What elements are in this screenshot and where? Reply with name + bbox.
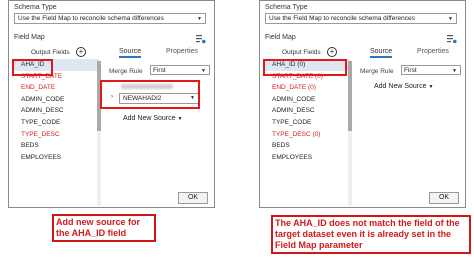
add-new-source-button[interactable]: Add New Source ▼ (123, 115, 182, 122)
caption-right: The AHA_ID does not match the field of t… (271, 215, 471, 254)
tab-source[interactable]: Source (119, 48, 142, 58)
merge-rule-dropdown[interactable]: First ▼ (401, 65, 461, 75)
output-field-item[interactable]: END_DATE (14, 82, 99, 94)
chevron-down-icon: ▼ (201, 68, 206, 74)
schema-type-label: Schema Type (265, 4, 308, 11)
add-field-button[interactable]: + (76, 47, 86, 57)
field-map-panel-right: Schema Type Use the Field Map to reconci… (259, 0, 466, 208)
chevron-down-icon: ▼ (177, 116, 183, 122)
output-field-item[interactable]: TYPE_DESC (0) (265, 129, 350, 141)
schema-type-dropdown[interactable]: Use the Field Map to reconcile schema di… (14, 13, 206, 24)
ok-button[interactable]: OK (429, 192, 459, 204)
output-field-item[interactable]: ADMIN_CODE (14, 94, 99, 106)
output-field-item[interactable]: TYPE_CODE (265, 117, 350, 129)
caption-left: Add new source for the AHA_ID field (52, 214, 156, 242)
add-new-source-label: Add New Source (123, 115, 176, 122)
schema-type-label: Schema Type (14, 4, 57, 11)
output-field-item[interactable]: TYPE_DESC (14, 129, 99, 141)
merge-rule-label: Merge Rule (360, 68, 394, 75)
chevron-down-icon: ▼ (448, 16, 453, 22)
output-field-item[interactable]: EMPLOYEES (265, 152, 350, 164)
output-field-item[interactable]: ADMIN_DESC (265, 105, 350, 117)
tab-properties[interactable]: Properties (417, 48, 449, 55)
merge-rule-dropdown[interactable]: First ▼ (150, 65, 210, 75)
field-map-label: Field Map (265, 34, 296, 41)
merge-rule-value: First (153, 67, 166, 74)
tab-properties[interactable]: Properties (166, 48, 198, 55)
output-field-item[interactable]: ADMIN_DESC (14, 105, 99, 117)
merge-rule-label: Merge Rule (109, 68, 143, 75)
output-field-item[interactable]: BEDS (265, 140, 350, 152)
ok-button[interactable]: OK (178, 192, 208, 204)
chevron-down-icon: ▼ (197, 16, 202, 22)
output-field-item[interactable]: TYPE_CODE (14, 117, 99, 129)
output-field-item[interactable]: EMPLOYEES (14, 152, 99, 164)
output-field-item[interactable]: ADMIN_CODE (265, 94, 350, 106)
merge-rule-value: First (404, 67, 417, 74)
tab-source[interactable]: Source (370, 48, 393, 58)
highlight-box-aha-id-left (12, 59, 53, 76)
output-fields-label: Output Fields (31, 49, 70, 56)
field-map-options-icon[interactable] (447, 34, 457, 44)
highlight-box-new-source (100, 80, 200, 109)
output-field-item[interactable]: END_DATE (0) (265, 82, 350, 94)
schema-type-dropdown[interactable]: Use the Field Map to reconcile schema di… (265, 13, 457, 24)
fields-scrollbar[interactable] (348, 61, 352, 206)
scrollbar-thumb[interactable] (348, 61, 352, 131)
add-new-source-button[interactable]: Add New Source ▼ (374, 83, 433, 90)
chevron-down-icon: ▼ (452, 68, 457, 74)
add-field-button[interactable]: + (327, 47, 337, 57)
field-map-options-icon[interactable] (196, 34, 206, 44)
add-new-source-label: Add New Source (374, 83, 427, 90)
schema-type-value: Use the Field Map to reconcile schema di… (18, 15, 164, 22)
output-field-item[interactable]: BEDS (14, 140, 99, 152)
schema-type-value: Use the Field Map to reconcile schema di… (269, 15, 415, 22)
highlight-box-aha-id-right (263, 59, 347, 76)
output-fields-label: Output Fields (282, 49, 321, 56)
field-map-label: Field Map (14, 34, 45, 41)
chevron-down-icon: ▼ (428, 84, 434, 90)
